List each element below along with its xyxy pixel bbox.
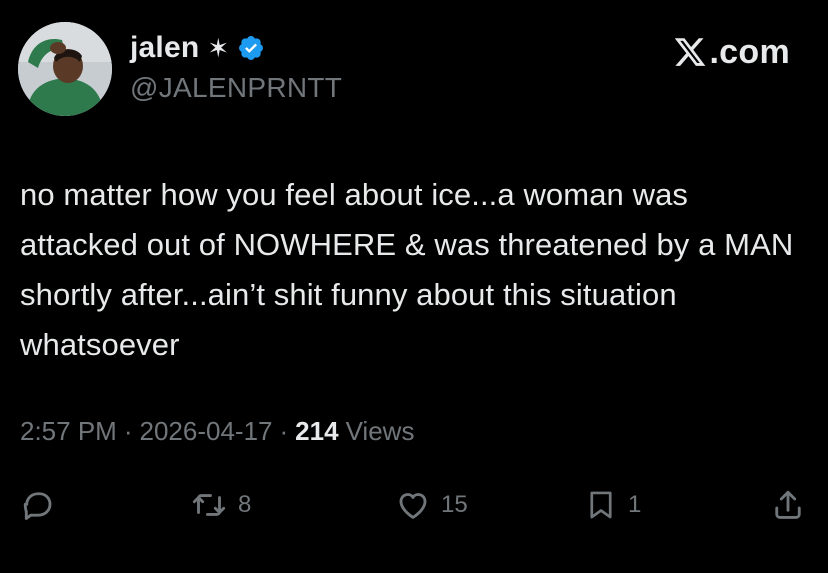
tweet-meta: 2:57 PM · 2026-04-17 · 214 Views	[20, 416, 414, 447]
repost-count: 8	[238, 491, 252, 518]
bookmark-button[interactable]: 1	[584, 480, 641, 530]
action-bar: 8 15 1	[0, 480, 828, 530]
user-handle[interactable]: @JALENPRNTT	[130, 72, 342, 104]
tweet-text: no matter how you feel about ice...a wom…	[20, 177, 794, 362]
views-count: 214	[295, 416, 339, 446]
repost-icon	[192, 494, 226, 516]
meta-separator: ·	[279, 416, 289, 446]
heart-icon	[399, 493, 427, 519]
tweet-date[interactable]: 2026-04-17	[140, 416, 273, 447]
views-label: Views	[345, 416, 415, 446]
reply-button[interactable]	[20, 480, 56, 530]
verified-badge-icon	[239, 36, 264, 60]
display-name[interactable]: jalen	[130, 31, 199, 65]
tweet-time[interactable]: 2:57 PM	[20, 416, 117, 447]
bookmark-icon	[590, 491, 612, 519]
star-decoration: ✶	[207, 33, 230, 63]
bookmark-count: 1	[628, 491, 642, 518]
x-logo-icon	[675, 38, 706, 66]
avatar[interactable]	[18, 22, 112, 116]
meta-separator: ·	[123, 416, 133, 446]
share-icon	[775, 490, 801, 519]
repost-button[interactable]: 8	[190, 480, 251, 530]
like-count: 15	[441, 491, 468, 518]
like-button[interactable]: 15	[395, 480, 468, 530]
author-name-row[interactable]: jalen ✶	[130, 28, 265, 68]
brand-suffix: .com	[709, 32, 790, 71]
avatar-photo	[18, 22, 112, 116]
reply-icon	[23, 492, 52, 520]
brand-logo: .com	[673, 30, 790, 74]
share-button[interactable]	[770, 480, 806, 530]
